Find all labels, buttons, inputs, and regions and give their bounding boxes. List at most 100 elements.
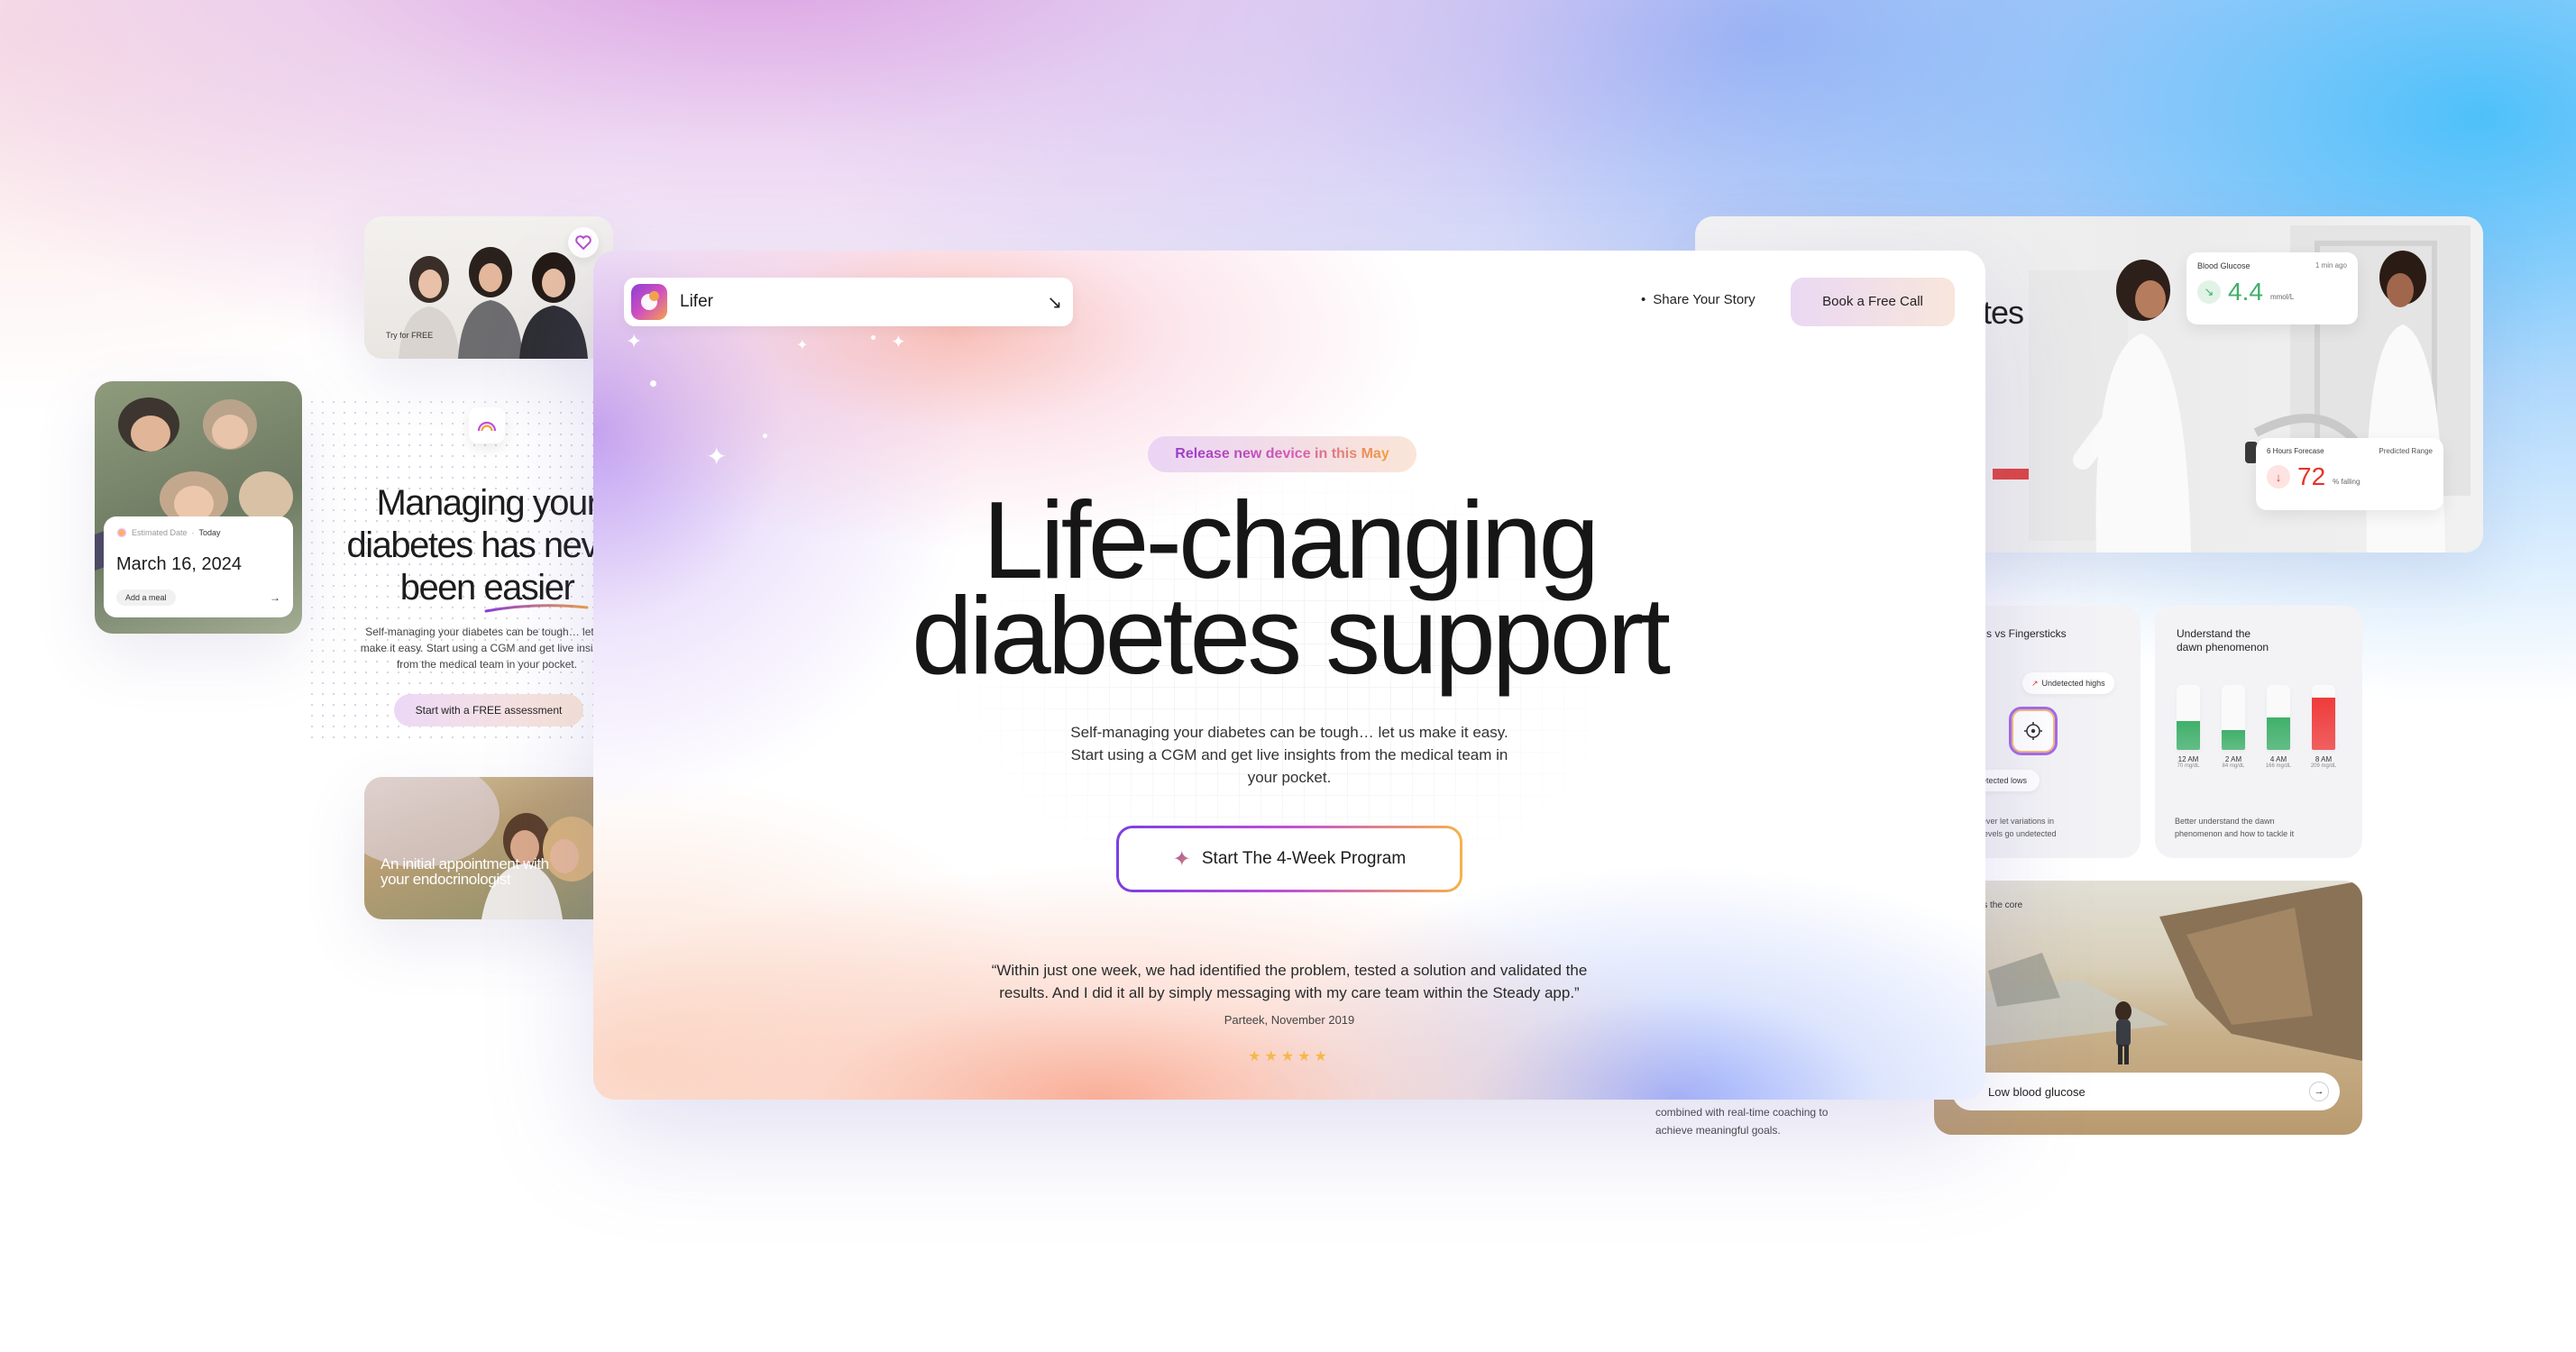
share-story-link[interactable]: • Share Your Story [1641,292,1756,307]
start-program-label: Start The 4-Week Program [1201,849,1407,868]
hero-subtitle: Self-managing your diabetes can be tough… [593,721,1985,789]
arrow-down-right-icon[interactable]: ↘ [1047,291,1062,314]
lifer-logo-icon [631,284,667,320]
coaching-text: combined with real-time coaching to achi… [1655,1103,1828,1139]
main-hero-window: ✦ ✦ ✦ ✦ Lifer ↘ • Share Your Story Book … [593,251,1985,1100]
calendar-meta-today: Today [198,528,221,537]
dawn-bar [2222,685,2245,750]
dawn-bar-chart: 12 AM 70 mg/dL 2 AM 84 mg/dL 4 AM 166 mg/dL 8 … [2175,685,2346,793]
star-icon: ★ [1248,1049,1265,1064]
rainbow-icon [477,421,497,432]
low-glucose-label: Low blood glucose [1988,1084,2086,1099]
star-icon: ★ [1297,1049,1315,1064]
dawn-bar-time: 8 AM [2315,755,2333,763]
dawn-card-footer: Better understand the dawn phenomenon an… [2175,815,2294,840]
dawn-bar-time: 12 AM [2177,755,2199,763]
dawn-bar [2177,685,2200,750]
sparkle-dot [650,380,656,387]
coaching-line-2: achieve meaningful goals. [1655,1124,1781,1137]
testimonial-author: Parteek, November 2019 [1224,1013,1355,1027]
sparkle-dot [871,335,875,340]
cgm-card-footer: ever let variations in levels go undetec… [1982,815,2057,840]
heart-badge[interactable] [568,227,599,258]
dawn-phenomenon-card[interactable]: Understand the dawn phenomenon 12 AM 70 m… [2155,606,2362,858]
sparkle-dot [763,434,767,438]
glucose-value: 4.4 [2228,278,2263,306]
dawn-bar-value: 209 mg/dL [2310,763,2337,769]
cgm-sensor-icon [2009,707,2058,755]
testimonial-quote: “Within just one week, we had identified… [593,959,1985,1004]
forecast-value: 72 [2297,462,2326,490]
beach-photo-card[interactable]: is the core Low blood glucose → [1934,881,2362,1135]
dawn-bar-time: 2 AM [2224,755,2242,763]
star-icon: ★ [1314,1049,1331,1064]
team-photo-card[interactable]: Try for FREE [364,216,613,359]
dawn-bar-column: 2 AM 84 mg/dL [2220,685,2247,793]
appointment-text: An initial appointment with your endocri… [380,855,549,888]
rainbow-logo-badge [469,407,505,443]
hero-subtitle-line-3: your pocket. [1247,769,1332,786]
glucose-time: 1 min ago [2315,261,2347,269]
coaching-line-1: combined with real-time coaching to [1655,1106,1829,1119]
forecast-widget[interactable]: 6 Hours Forecase Predicted Range ↓ 72 % … [2256,438,2443,510]
underline-swoosh [484,604,589,613]
star-icon: ★ [1264,1049,1281,1064]
forecast-range: Predicted Range [2379,447,2433,455]
appointment-card[interactable]: An initial appointment with your endocri… [364,777,613,919]
try-free-label: Try for FREE [386,331,434,340]
target-icon [2024,722,2042,740]
sparkle-icon: ✦ [796,338,809,353]
dawn-title-2: dawn phenomenon [2177,641,2269,653]
dawn-bar-column: 4 AM 166 mg/dL [2265,685,2292,793]
brand-bar[interactable]: Lifer ↘ [624,278,1073,326]
star-icon: ★ [1280,1049,1298,1064]
dawn-bar [2267,685,2290,750]
calendar-widget[interactable]: Estimated Date · Today March 16, 2024 Ad… [104,516,293,617]
cgm-card-title: s vs Fingersticks [1986,627,2067,640]
calendar-meta-label: Estimated Date [132,528,188,537]
arrow-up-right-icon: ↗ [2031,678,2039,688]
couple-photo [364,777,600,919]
forecast-label: 6 Hours Forecase [2267,447,2324,455]
dawn-card-title: Understand the dawn phenomenon [2177,627,2269,654]
hero-subtitle-line-2: Start using a CGM and get live insights … [1070,746,1508,763]
forecast-unit: % falling [2333,477,2361,486]
dawn-foot-2: phenomenon and how to tackle it [2175,829,2295,838]
dawn-bar-value: 70 mg/dL [2177,763,2200,769]
nav-bullet: • [1641,292,1646,307]
add-meal-button[interactable]: Add a meal [116,589,176,606]
sun-icon [116,527,127,538]
undetected-highs-tag: ↗ Undetected highs [2022,672,2114,694]
release-badge-label: Release new device in this May [1175,446,1389,461]
calendar-date: March 16, 2024 [116,554,242,574]
star-rating: ★★★★★ [593,1047,1985,1065]
assessment-button[interactable]: Start with a FREE assessment [394,694,583,726]
calendar-meta-sep: · [191,528,195,537]
sparkle-icon: ✦ [706,443,728,470]
cgm-foot-1: ever let variations in [1982,817,2055,826]
core-label: is the core [1981,900,2023,910]
book-call-button[interactable]: Book a Free Call [1791,278,1955,326]
glucose-label: Blood Glucose [2197,261,2251,270]
dawn-bar-column: 8 AM 209 mg/dL [2310,685,2337,793]
hero-title-line-2: diabetes support [911,574,1671,697]
quote-line-1: “Within just one week, we had identified… [991,962,1588,979]
dawn-bar-column: 12 AM 70 mg/dL [2175,685,2202,793]
cgm-vs-fingersticks-card[interactable]: s vs Fingersticks ↗ Undetected highs nde… [1964,606,2141,858]
glucose-widget[interactable]: Blood Glucose 1 min ago ↘ 4.4 mmol/L [2186,252,2358,324]
hero-subtitle-line-1: Self-managing your diabetes can be tough… [1070,724,1508,741]
hero-title: Life-changing diabetes support [593,485,1985,697]
start-program-button[interactable]: ✦ Start The 4-Week Program [1116,826,1462,892]
release-badge: Release new device in this May [1148,436,1416,472]
quote-line-2: results. And I did it all by simply mess… [999,984,1580,1001]
undetected-highs-label: Undetected highs [2041,679,2105,688]
low-glucose-button[interactable]: Low blood glucose → [1952,1073,2340,1110]
glucose-unit: mmol/L [2269,292,2295,301]
sparkle-cta-icon: ✦ [1172,846,1191,872]
dawn-bar [2312,685,2335,750]
dawn-bar-value: 84 mg/dL [2222,763,2245,769]
arrow-right-circle-icon[interactable]: → [2309,1082,2329,1101]
sparkle-icon: ✦ [626,330,643,352]
trend-falling-icon: ↓ [2267,465,2290,489]
sparkle-icon: ✦ [891,333,906,352]
